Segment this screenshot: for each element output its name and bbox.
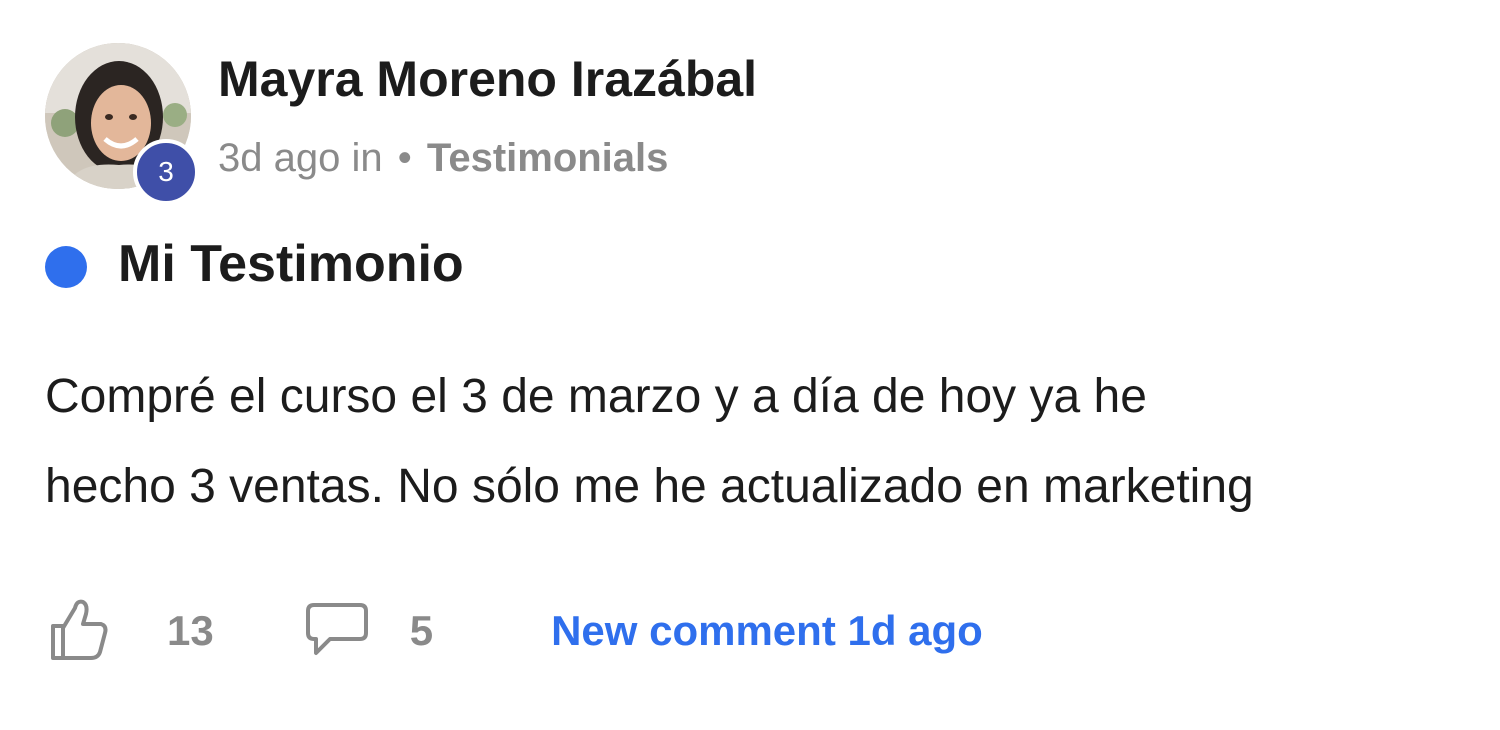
post-body-line: Compré el curso el 3 de marzo y a día de… xyxy=(45,370,1147,423)
author-avatar-container[interactable]: 3 xyxy=(45,43,199,205)
new-comment-link[interactable]: New comment 1d ago xyxy=(551,607,983,655)
comment-button[interactable]: 5 xyxy=(304,599,433,664)
post-body-line: hecho 3 ventas. No sólo me he actualizad… xyxy=(45,460,1254,513)
community-post: 3 Mayra Moreno Irazábal 3d ago in • Test… xyxy=(0,0,1500,730)
thumbs-up-icon xyxy=(45,596,111,667)
unread-dot xyxy=(45,246,87,288)
post-footer: 13 5 New comment 1d ago xyxy=(45,598,983,664)
comment-bubble-icon xyxy=(304,599,370,664)
post-meta: 3d ago in • Testimonials xyxy=(218,136,668,181)
like-count: 13 xyxy=(167,607,214,654)
post-body[interactable]: Compré el curso el 3 de marzo y a día de… xyxy=(45,352,1495,532)
like-button[interactable]: 13 xyxy=(45,596,214,667)
comment-count: 5 xyxy=(409,607,434,654)
level-badge: 3 xyxy=(133,139,199,205)
post-time: 3d ago in xyxy=(218,136,383,180)
post-category-link[interactable]: Testimonials xyxy=(427,136,669,180)
author-name[interactable]: Mayra Moreno Irazábal xyxy=(218,50,757,108)
post-title[interactable]: Mi Testimonio xyxy=(118,234,464,294)
meta-separator: • xyxy=(397,136,412,180)
